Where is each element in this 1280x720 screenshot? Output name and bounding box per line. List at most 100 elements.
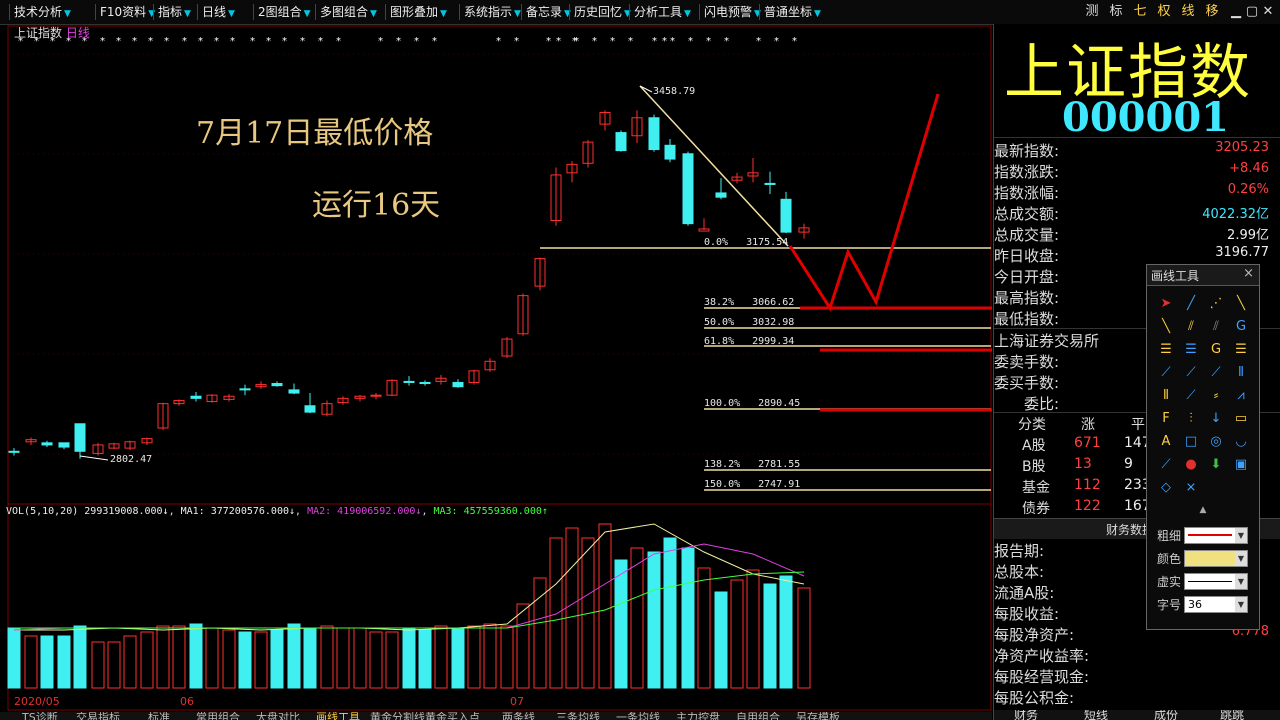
line-icon[interactable]: ╱ [1182, 295, 1200, 313]
toolbar-item-11[interactable]: 闪电预警 ▼ [704, 3, 761, 21]
close-icon[interactable]: × [1243, 266, 1254, 281]
toolbar-right-button-0[interactable]: 测 [1082, 3, 1102, 21]
ruler-icon[interactable]: ▭ [1232, 410, 1250, 428]
fork-icon[interactable]: ⩘ [1232, 387, 1250, 405]
toolbar-right-button-4[interactable]: 线 [1178, 3, 1198, 21]
bottom-tab[interactable]: 自用组合 [736, 712, 780, 720]
tool-field-0[interactable]: ▼ [1184, 527, 1248, 544]
drawing-tools-titlebar[interactable]: 画线工具 × [1147, 265, 1259, 286]
date-label-jul: 07 [510, 695, 524, 708]
mark-up-icon[interactable]: ● [1182, 456, 1200, 474]
toolbar-item-7[interactable]: 系统指示 ▼ [464, 3, 521, 21]
text-icon[interactable]: A [1157, 433, 1175, 451]
down-arrow-icon[interactable]: ↓ [1207, 410, 1225, 428]
toolbar-item-5[interactable]: 多图组合 ▼ [320, 3, 377, 21]
fan-icon[interactable]: ⋰ [1207, 295, 1225, 313]
toolbar-item-9[interactable]: 历史回忆 ▼ [574, 3, 631, 21]
pitch-icon[interactable]: ⸗ [1207, 387, 1225, 405]
gold-icon[interactable]: G [1207, 341, 1225, 359]
finance-row: 每股公积金: [994, 687, 1269, 708]
mark-down-icon[interactable]: ⬇ [1207, 456, 1225, 474]
toolbar-right-button-3[interactable]: 权 [1154, 3, 1174, 21]
bottom-tab[interactable]: TS诊断 [22, 712, 58, 720]
circle-icon[interactable]: ◎ [1207, 433, 1225, 451]
tool-field-3[interactable]: 36 ▼ [1184, 596, 1248, 613]
panel-tab-components[interactable]: 成份 [1154, 710, 1178, 720]
toolbar-divider [315, 4, 316, 20]
toolbar-item-10[interactable]: 分析工具 ▼ [634, 3, 691, 21]
note-icon[interactable]: ▣ [1232, 456, 1250, 474]
gann-icon[interactable]: G [1232, 318, 1250, 336]
bottom-tab[interactable]: 一条均线 [616, 712, 660, 720]
category-name: 基金 [1022, 480, 1050, 496]
volume-bar [797, 587, 811, 689]
speed-icon[interactable]: ☰ [1232, 341, 1250, 359]
eraser-icon[interactable]: ◇ [1157, 479, 1175, 497]
bottom-tab[interactable]: 另存模板 [796, 712, 840, 720]
bottom-tab[interactable]: 常用组合 [196, 712, 240, 720]
toolbar-item-2[interactable]: 指标 ▼ [158, 3, 191, 21]
collapse-icon[interactable]: ▲ [1194, 501, 1212, 519]
stat-label: 最高指数: [994, 289, 1060, 307]
fib-label: 50.0% 3032.98 [704, 317, 794, 328]
toolbar-item-1[interactable]: F10资料 ▼ [100, 3, 155, 21]
tool-field-2[interactable]: ▼ [1184, 573, 1248, 590]
toolbar-item-3[interactable]: 日线 ▼ [202, 3, 235, 21]
toolbar-right-button-2[interactable]: 七 [1130, 3, 1150, 21]
bars-icon[interactable]: ⫶ [1182, 410, 1200, 428]
vol-ma1: MA1: 377200576.000↓ [180, 506, 296, 517]
drawing-tools-panel[interactable]: 画线工具 × ➤ ╱ ⋰ ╲ ╲ ⫽ ⫽ G ☰ ☰ G ☰ ⟋ ⟋ ⟋ ⦀ ⦀ ⟋ ⸗ ⩘ F ⫶ ↓ ▭ A □ ◎ ◡ ⟋ ● ⬇ ▣ ◇… [1146, 264, 1260, 630]
rect-icon[interactable]: □ [1182, 433, 1200, 451]
cycle-icon[interactable]: ⦀ [1232, 364, 1250, 382]
bottom-tab[interactable]: 大盘对比 [256, 712, 300, 720]
parallel-icon[interactable]: ⫽ [1207, 318, 1225, 336]
bottom-tab[interactable]: 三条均线 [556, 712, 600, 720]
fib-price: 2890.45 [758, 398, 801, 409]
bottom-tab[interactable]: 两条线 [502, 712, 535, 720]
stat-value: 3196.77 [1215, 245, 1269, 260]
cursor-icon[interactable]: ➤ [1157, 295, 1175, 313]
volume-bar [205, 627, 219, 689]
toolbar-item-8[interactable]: 备忘录 ▼ [526, 3, 571, 21]
volume-bar [156, 625, 170, 689]
font-size-value: 36 [1188, 598, 1202, 611]
toolbar-divider [197, 4, 198, 20]
star-marker: * [250, 36, 255, 47]
toolbar-item-0[interactable]: 技术分析 ▼ [14, 3, 71, 21]
bottom-tab[interactable]: 标准 [148, 712, 170, 720]
minimize-icon[interactable]: ▁ [1228, 3, 1244, 21]
bottom-tab[interactable]: 主力控盘 [676, 712, 720, 720]
toolbar-item-12[interactable]: 普通坐标 ▼ [764, 3, 821, 21]
toolbar-right-button-5[interactable]: 移 [1202, 3, 1222, 21]
chevron-down-icon: ▼ [1235, 551, 1247, 566]
bottom-tab[interactable]: 画线工具 [316, 712, 360, 720]
kline-chart[interactable]: * * * * * * * * * * * * * * * * * * * * * * * * * * * * * * * * * * * * * * * *… [0, 24, 1060, 712]
toolbar-item-6[interactable]: 图形叠加 ▼ [390, 3, 447, 21]
fib-fan-icon[interactable]: ☰ [1182, 341, 1200, 359]
cross-icon[interactable]: ⨯ [1182, 479, 1200, 497]
toolbar-item-4[interactable]: 2图组合 ▼ [258, 3, 311, 21]
fib-time-icon[interactable]: F [1157, 410, 1175, 428]
panel-tab-finance[interactable]: 财务 [1014, 710, 1038, 720]
restore-icon[interactable]: ▢ [1244, 3, 1260, 21]
arc-icon[interactable]: ⟋ [1182, 364, 1200, 382]
panel-tab-short[interactable]: 短线 [1084, 710, 1108, 720]
trend-icon[interactable]: ⟋ [1207, 364, 1225, 382]
segment-icon[interactable]: ╲ [1157, 318, 1175, 336]
wave-icon[interactable]: ⟋ [1157, 364, 1175, 382]
channel-icon[interactable]: ⫽ [1182, 318, 1200, 336]
ray-icon[interactable]: ╲ [1232, 295, 1250, 313]
panel-tab-jump[interactable]: 跳跳 [1220, 710, 1244, 720]
close-icon[interactable]: ✕ [1260, 3, 1276, 21]
finance-label: 每股公积金: [994, 689, 1075, 707]
bottom-tab[interactable]: 黄金分割线黄金买入点 [370, 712, 480, 720]
pencil-icon[interactable]: ⟋ [1182, 387, 1200, 405]
fib-price: 2999.34 [752, 336, 795, 347]
erase-icon[interactable]: ⟋ [1157, 456, 1175, 474]
fib-icon[interactable]: ☰ [1157, 341, 1175, 359]
toolbar-right-button-1[interactable]: 标 [1106, 3, 1126, 21]
time-icon[interactable]: ⦀ [1157, 387, 1175, 405]
arc2-icon[interactable]: ◡ [1232, 433, 1250, 451]
bottom-tab[interactable]: 交易指标 [76, 712, 120, 720]
tool-field-1[interactable]: ▼ [1184, 550, 1248, 567]
